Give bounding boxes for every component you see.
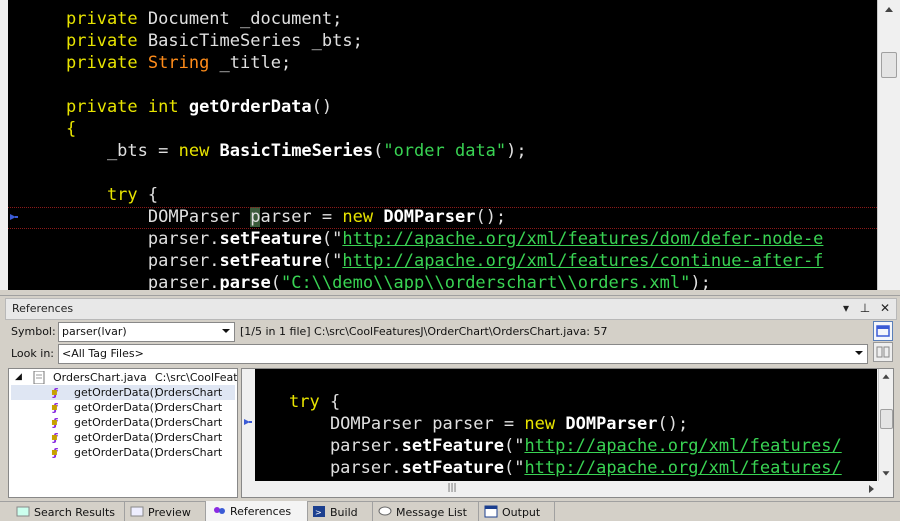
tree-reference-item[interactable]: ƒ ▪ getOrderData() OrdersChart (11, 385, 235, 400)
scroll-up-icon[interactable] (879, 369, 893, 385)
editor-text-area[interactable]: private Document _document; private Basic… (8, 0, 877, 290)
dropdown-arrow-icon[interactable]: ▾ (839, 301, 853, 315)
tab-label: Search Results (34, 506, 116, 519)
tree-method: getOrderData() (74, 401, 159, 414)
tree-class: OrdersChart (155, 416, 223, 429)
lock-icon: ▪ (51, 402, 58, 413)
tab-message-list[interactable]: Message List (372, 502, 479, 521)
tab-label: Message List (396, 506, 467, 519)
bookmark-arrow-icon (10, 214, 18, 220)
lock-icon: ▪ (51, 432, 58, 443)
code-line: DOMParser parser = new DOMParser(); (289, 414, 689, 434)
symbol-combo[interactable]: parser(lvar) (58, 322, 235, 342)
code-line: parser.setFeature("http://apache.org/xml… (66, 251, 824, 271)
tree-method: getOrderData() (74, 431, 159, 444)
references-panel: References ▾ ⊥ ✕ Symbol: parser(lvar) [1… (0, 295, 900, 502)
editor-vertical-scrollbar[interactable] (877, 0, 900, 290)
symbol-label: Symbol: (11, 325, 56, 338)
code-line: private int getOrderData() (66, 97, 333, 117)
editor-scroll-thumb[interactable] (881, 52, 897, 78)
tab-label: References (230, 505, 292, 518)
tree-class: OrdersChart (155, 401, 223, 414)
tree-class: OrdersChart (155, 386, 223, 399)
preview-text-area[interactable]: try { DOMParser parser = new DOMParser()… (255, 369, 877, 481)
code-line: private String _title; (66, 53, 292, 73)
close-icon[interactable]: ✕ (878, 301, 892, 315)
preview-horizontal-scrollbar[interactable]: ||| (242, 481, 878, 497)
current-line-marker (8, 207, 877, 208)
code-editor[interactable]: private Document _document; private Basic… (0, 0, 900, 290)
code-line: _bts = new BasicTimeSeries("order data")… (66, 141, 527, 161)
split-view-icon[interactable] (873, 342, 893, 362)
tab-preview[interactable]: Preview (124, 502, 206, 521)
tree-reference-item[interactable]: ƒ ▪ getOrderData() OrdersChart (11, 445, 235, 460)
code-line: parser.setFeature("http://apache.org/xml… (289, 458, 842, 478)
tree-method: getOrderData() (74, 446, 159, 459)
code-line: parser.setFeature("http://apache.org/xml… (66, 229, 824, 249)
tree-file-path: C:\src\CoolFeatu (155, 371, 238, 384)
tab-label: Output (502, 506, 541, 519)
preview-vertical-scrollbar[interactable] (878, 369, 893, 481)
tree-method: getOrderData() (74, 386, 159, 399)
lock-icon: ▪ (51, 417, 58, 428)
tree-reference-item[interactable]: ƒ ▪ getOrderData() OrdersChart (11, 400, 235, 415)
scroll-right-icon[interactable] (864, 481, 878, 497)
preview-scroll-thumb[interactable] (880, 409, 893, 429)
tree-method: getOrderData() (74, 416, 159, 429)
references-title: References (12, 302, 74, 315)
tab-label: Preview (148, 506, 191, 519)
pin-icon[interactable]: ⊥ (858, 301, 872, 315)
references-tree[interactable]: ◢ OrdersChart.java C:\src\CoolFeatu ƒ ▪ ge… (8, 368, 238, 498)
java-file-icon (33, 371, 45, 384)
code-line: parser.setFeature("http://apache.org/xml… (289, 436, 842, 456)
reference-preview[interactable]: try { DOMParser parser = new DOMParser()… (241, 368, 894, 498)
lock-icon: ▪ (51, 387, 58, 398)
code-line: { (66, 119, 77, 139)
code-line: DOMParser parser = new DOMParser(); (66, 207, 507, 227)
tool-window-tabs: Search Results Preview References > Build Mes… (0, 501, 900, 521)
tree-reference-item[interactable]: ƒ ▪ getOrderData() OrdersChart (11, 415, 235, 430)
editor-gutter (0, 0, 8, 290)
tab-search-results[interactable]: Search Results (10, 502, 125, 521)
scroll-up-icon[interactable] (881, 2, 897, 18)
bookmark-arrow-icon (244, 419, 252, 425)
scroll-grip-icon[interactable]: ||| (446, 483, 458, 493)
tab-build[interactable]: > Build (306, 502, 373, 521)
location-info: [1/5 in 1 file] C:\src\CoolFeaturesJ\Ord… (240, 325, 608, 338)
svg-text:>: > (315, 508, 322, 517)
tab-references[interactable]: References (205, 501, 308, 521)
collapse-triangle-icon[interactable]: ◢ (15, 370, 22, 385)
code-line: parser.parse("C:\\demo\\app\\orderschart… (66, 273, 711, 290)
code-line: private BasicTimeSeries _bts; (66, 31, 363, 51)
code-line: try { (289, 392, 341, 412)
current-line-marker (8, 228, 877, 229)
tree-class: OrdersChart (155, 431, 223, 444)
lock-icon: ▪ (51, 447, 58, 458)
lookin-label: Look in: (11, 347, 54, 360)
chevron-down-icon[interactable] (220, 325, 232, 337)
references-title-bar: References ▾ ⊥ ✕ (5, 298, 897, 320)
tree-reference-item[interactable]: ƒ ▪ getOrderData() OrdersChart (11, 430, 235, 445)
expand-panel-icon[interactable] (873, 321, 893, 341)
code-line: private Document _document; (66, 9, 343, 29)
tree-class: OrdersChart (155, 446, 223, 459)
lookin-combo[interactable]: <All Tag Files> (58, 344, 868, 364)
chevron-down-icon[interactable] (853, 347, 865, 359)
scroll-down-icon[interactable] (879, 465, 893, 481)
tree-file-name: OrdersChart.java (53, 371, 147, 384)
symbol-value: parser(lvar) (62, 325, 127, 338)
tab-label: Build (330, 506, 358, 519)
lookin-value: <All Tag Files> (62, 347, 144, 360)
tab-output[interactable]: Output (478, 502, 555, 521)
tree-file-row[interactable]: ◢ OrdersChart.java C:\src\CoolFeatu (11, 370, 238, 385)
code-line: try { (66, 185, 159, 205)
